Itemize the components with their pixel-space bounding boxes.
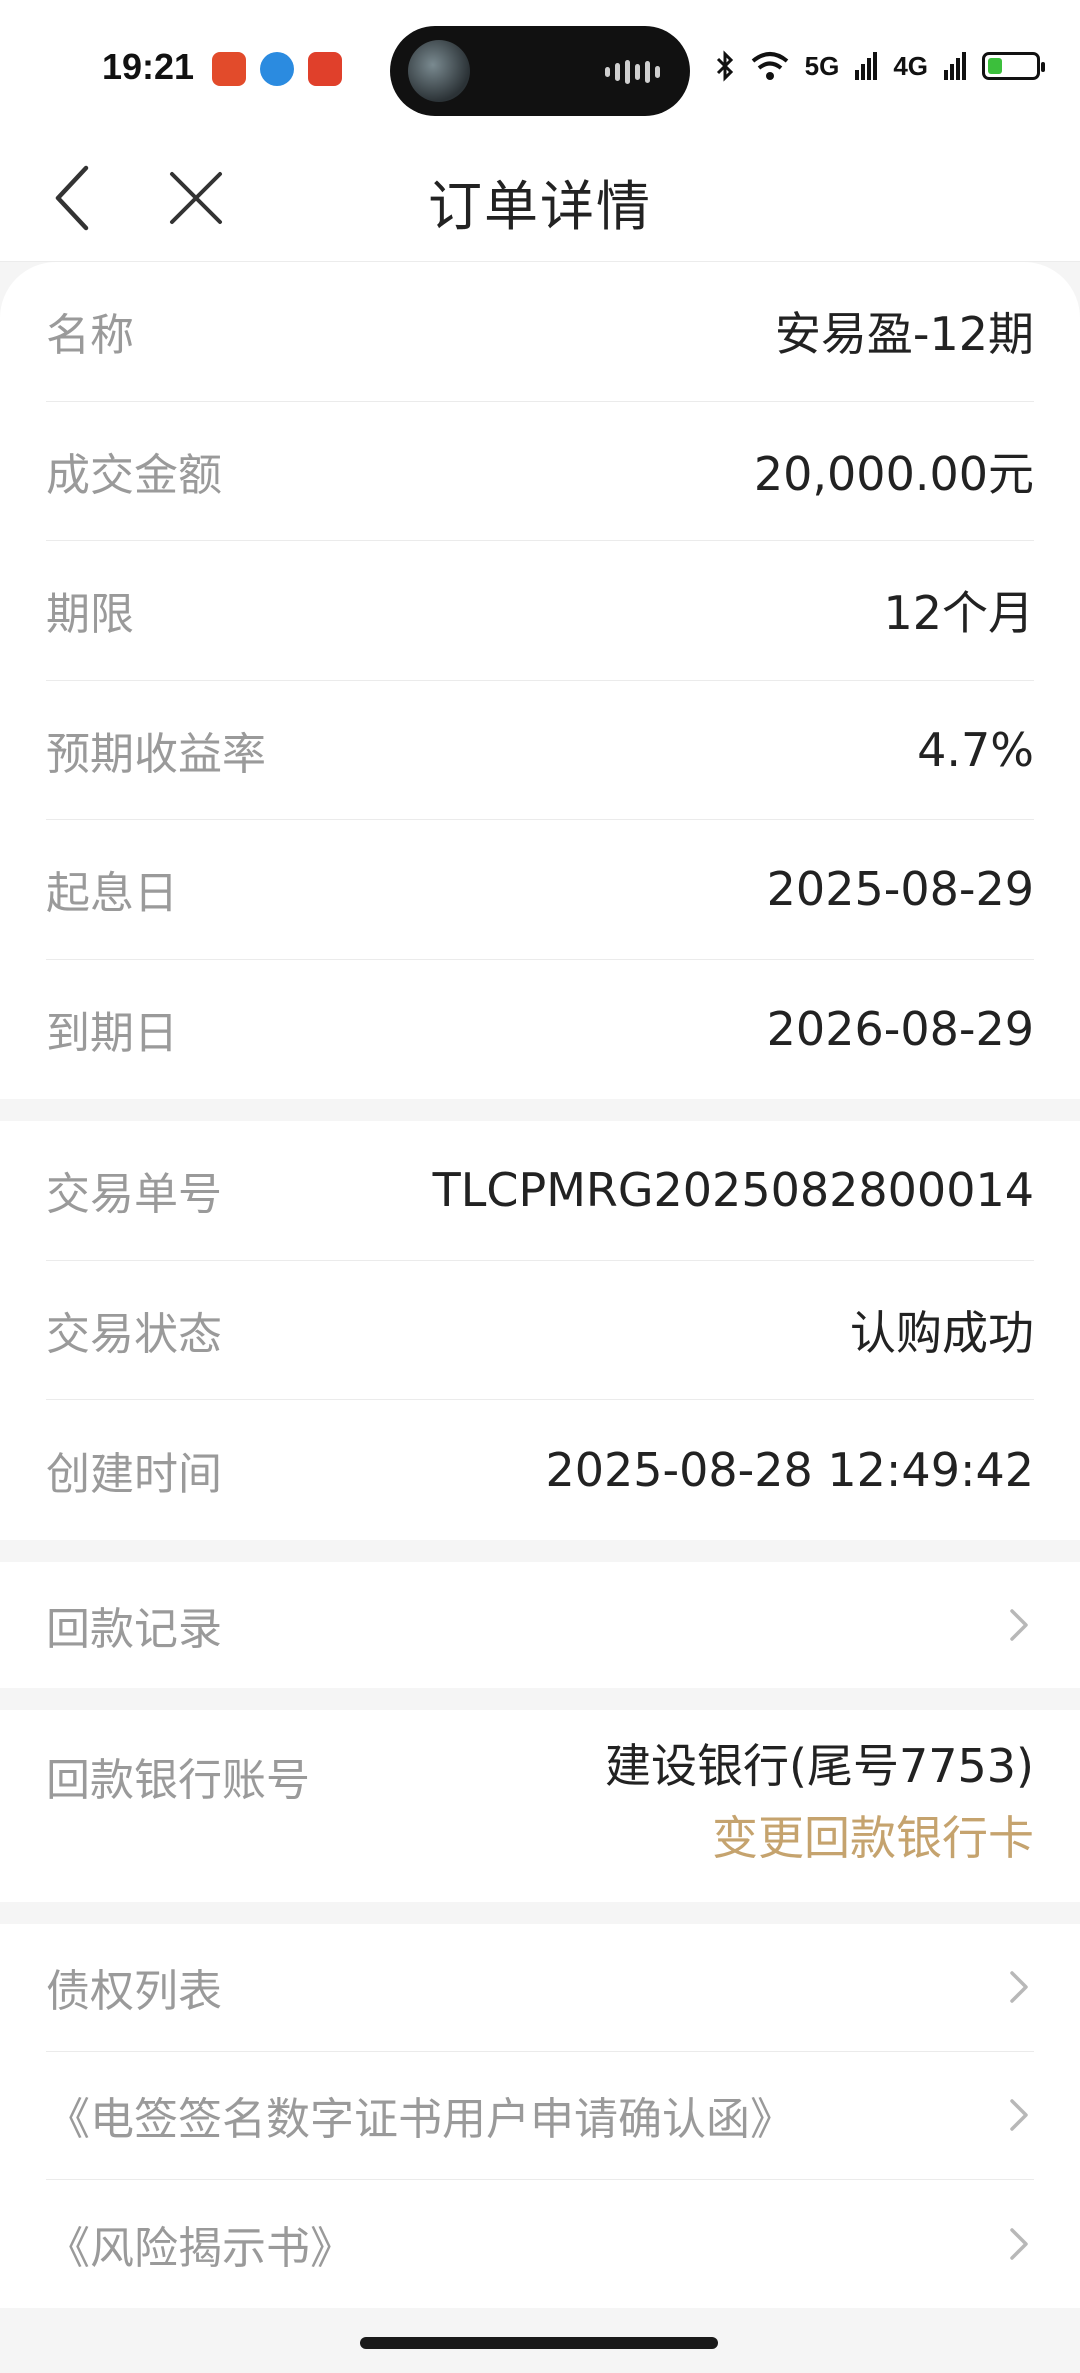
change-bank-card-link[interactable]: 变更回款银行卡 (605, 1802, 1034, 1868)
info-row-amount: 成交金额 20,000.00元 (46, 402, 1034, 541)
row-label: 到期日 (46, 1008, 178, 1060)
row-label: 交易状态 (46, 1308, 222, 1360)
transaction-info-section: 交易单号 TLCPMRG2025082800014 交易状态 认购成功 创建时间… (0, 1121, 1080, 1540)
listen-app-icon (212, 52, 246, 86)
page-title: 订单详情 (428, 175, 652, 238)
risk-disclosure-link[interactable]: 《风险揭示书》 (46, 2180, 1034, 2308)
bluetooth-icon (716, 50, 733, 82)
creditor-list-link[interactable]: 债权列表 (46, 1924, 1034, 2052)
order-detail-content[interactable]: 名称 安易盈-12期 成交金额 20,000.00元 期限 12个月 预期收益率… (0, 262, 1080, 2373)
row-label: 交易单号 (46, 1169, 222, 1221)
product-name-value: 安易盈-12期 (774, 307, 1034, 362)
status-value: 认购成功 (850, 1305, 1034, 1360)
status-bar: 19:21 5G 4G (0, 0, 1080, 130)
end-date-value: 2026-08-29 (766, 1002, 1034, 1057)
row-label: 创建时间 (46, 1448, 222, 1500)
bank-account-value: 建设银行(尾号7753) (605, 1738, 1034, 1793)
row-label: 起息日 (46, 868, 178, 920)
status-time: 19:21 (102, 46, 195, 87)
info-row-start-date: 起息日 2025-08-29 (46, 820, 1034, 960)
chevron-right-icon (1010, 2227, 1028, 2260)
row-label: 期限 (46, 589, 134, 641)
wifi-icon (751, 52, 788, 80)
documents-section: 债权列表 《电签签名数字证书用户申请确认函》 《风险揭示书》 (0, 1923, 1080, 2308)
order-number-value[interactable]: TLCPMRG2025082800014 (433, 1163, 1034, 1217)
row-label: 预期收益率 (46, 728, 266, 780)
start-date-value: 2025-08-29 (766, 862, 1034, 917)
section-divider (0, 1901, 1080, 1924)
info-row-term: 期限 12个月 (46, 541, 1034, 681)
bank-account-info: 建设银行(尾号7753) 变更回款银行卡 (605, 1730, 1034, 1868)
row-label: 成交金额 (46, 449, 222, 501)
bank-account-section: 回款银行账号 建设银行(尾号7753) 变更回款银行卡 (0, 1709, 1080, 1902)
row-label: 债权列表 (46, 1966, 222, 2017)
notification-icons (212, 52, 342, 86)
term-value: 12个月 (883, 586, 1034, 641)
info-row-name: 名称 安易盈-12期 (46, 262, 1034, 402)
info-row-rate: 预期收益率 4.7% (46, 681, 1034, 820)
created-time-value: 2025-08-28 12:49:42 (545, 1442, 1034, 1497)
bank-account-row: 回款银行账号 建设银行(尾号7753) 变更回款银行卡 (46, 1710, 1034, 1902)
row-label: 回款银行账号 (46, 1754, 310, 1806)
chevron-right-icon (1010, 1608, 1028, 1641)
signal-4g-label: 4G (893, 50, 928, 81)
video-app-icon (308, 52, 342, 86)
section-divider (0, 1099, 1080, 1121)
info-row-status: 交易状态 认购成功 (46, 1261, 1034, 1400)
tencent-app-icon (260, 52, 294, 86)
repayment-records-section: 回款记录 (0, 1561, 1080, 1688)
album-cover-icon (408, 40, 470, 102)
home-indicator[interactable] (360, 2337, 718, 2349)
info-row-order-number: 交易单号 TLCPMRG2025082800014 (46, 1121, 1034, 1261)
amount-value: 20,000.00元 (753, 446, 1034, 501)
row-label: 《风险揭示书》 (46, 2222, 354, 2274)
system-indicators: 5G 4G (715, 50, 1045, 82)
repayment-records-link[interactable]: 回款记录 (46, 1562, 1034, 1688)
signal-5g-label: 5G (804, 50, 840, 81)
product-info-section: 名称 安易盈-12期 成交金额 20,000.00元 期限 12个月 预期收益率… (0, 262, 1080, 1099)
row-label: 名称 (46, 310, 134, 362)
section-divider (0, 1539, 1080, 1562)
certificate-confirmation-link[interactable]: 《电签签名数字证书用户申请确认函》 (46, 2052, 1034, 2180)
audio-wave-icon (605, 60, 660, 84)
rate-value: 4.7% (917, 722, 1034, 777)
battery-icon (982, 52, 1045, 80)
navigation-bar: 订单详情 (0, 130, 1080, 262)
signal-bars-icon (855, 52, 878, 80)
row-label: 《电签签名数字证书用户申请确认函》 (46, 2094, 794, 2145)
row-label: 回款记录 (46, 1603, 222, 1655)
info-row-end-date: 到期日 2026-08-29 (46, 960, 1034, 1100)
section-divider (0, 1687, 1080, 1710)
chevron-right-icon (1010, 1971, 1028, 2003)
info-row-created-time: 创建时间 2025-08-28 12:49:42 (46, 1400, 1034, 1540)
signal-bars-icon (944, 52, 966, 80)
dynamic-island[interactable] (390, 26, 690, 116)
chevron-right-icon (1010, 2099, 1028, 2131)
